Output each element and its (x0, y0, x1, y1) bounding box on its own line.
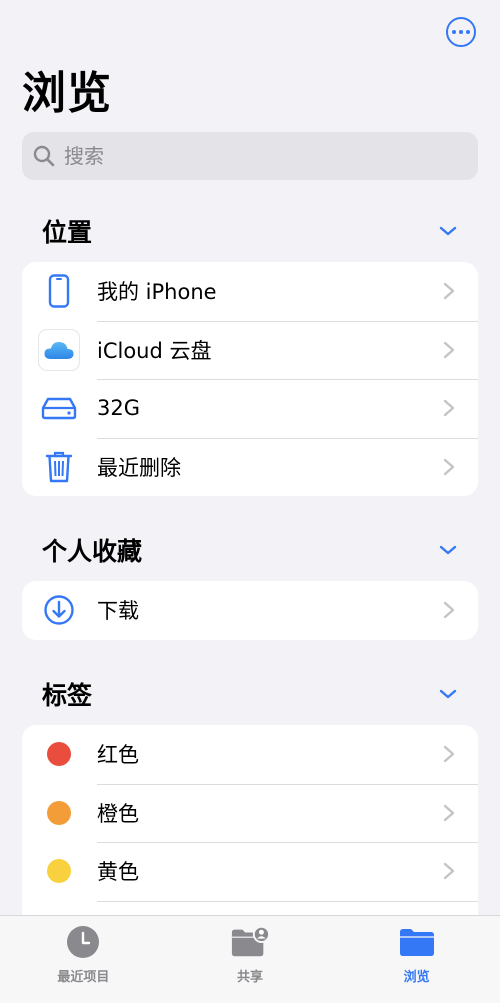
list-item-recently-deleted[interactable]: 最近删除 (22, 437, 478, 497)
tab-browse[interactable]: 浏览 (333, 916, 500, 1003)
chevron-right-icon (443, 602, 455, 619)
chevron-down-icon[interactable] (438, 540, 458, 560)
list-item-label: 橙色 (97, 801, 139, 826)
list-item-label: 32G (97, 396, 140, 421)
section-title: 位置 (42, 218, 93, 247)
tab-shared[interactable]: 共享 (167, 916, 334, 1003)
chevron-right-icon (443, 863, 455, 880)
shared-folder-icon (230, 924, 270, 960)
tab-label: 共享 (237, 970, 264, 985)
list-item-label: 最近删除 (97, 455, 181, 480)
chevron-right-icon (443, 400, 455, 417)
list-item-label: 红色 (97, 743, 139, 768)
list-item-downloads[interactable]: 下载 (22, 581, 478, 640)
iphone-icon (39, 271, 79, 311)
chevron-down-icon[interactable] (438, 684, 458, 704)
page-title: 浏览 (22, 68, 112, 119)
locations-list: 我的 iPhone iCloud 云盘 32G 最近删除 (22, 262, 478, 496)
orange-tag-dot-icon (47, 800, 71, 825)
search-icon (33, 145, 55, 167)
list-item-32g-drive[interactable]: 32G (22, 379, 478, 438)
list-item-label: 我的 iPhone (97, 280, 217, 305)
chevron-down-icon[interactable] (438, 221, 458, 241)
section-header-tags[interactable]: 标签 (22, 674, 478, 714)
folder-icon (397, 924, 437, 960)
list-item-label: 黄色 (97, 860, 139, 885)
icloud-icon (39, 329, 79, 370)
ellipsis-icon (452, 30, 456, 34)
section-header-locations[interactable]: 位置 (22, 211, 478, 251)
section-title: 个人收藏 (42, 537, 143, 566)
yellow-tag-dot-icon (47, 859, 71, 884)
trash-icon (39, 447, 79, 487)
chevron-right-icon (443, 804, 455, 821)
chevron-right-icon (443, 283, 455, 300)
list-item-tag-yellow[interactable]: 黄色 (22, 842, 478, 901)
list-item-icloud-drive[interactable]: iCloud 云盘 (22, 320, 478, 380)
more-options-button[interactable] (446, 17, 476, 47)
section-title: 标签 (42, 681, 93, 710)
search-bar[interactable] (22, 132, 478, 180)
section-header-favorites[interactable]: 个人收藏 (22, 530, 478, 570)
clock-icon (63, 924, 103, 960)
drive-icon (39, 388, 79, 428)
list-item-tag-red[interactable]: 红色 (22, 725, 478, 784)
chevron-right-icon (443, 341, 455, 358)
list-item-tag-orange[interactable]: 橙色 (22, 783, 478, 843)
download-icon (39, 590, 79, 630)
tab-recents[interactable]: 最近项目 (0, 916, 167, 1003)
search-input[interactable] (64, 144, 444, 168)
list-item-my-iphone[interactable]: 我的 iPhone (22, 262, 478, 321)
tab-bar: 最近项目 共享 浏览 (0, 915, 500, 1003)
tab-label: 最近项目 (57, 970, 110, 985)
tab-label: 浏览 (403, 970, 430, 985)
chevron-right-icon (443, 458, 455, 475)
tags-list: 红色 橙色 黄色 (22, 725, 478, 925)
red-tag-dot-icon (47, 742, 71, 767)
list-item-label: iCloud 云盘 (97, 338, 212, 363)
chevron-right-icon (443, 746, 455, 763)
list-item-label: 下载 (97, 599, 139, 624)
favorites-list: 下载 (22, 581, 478, 640)
